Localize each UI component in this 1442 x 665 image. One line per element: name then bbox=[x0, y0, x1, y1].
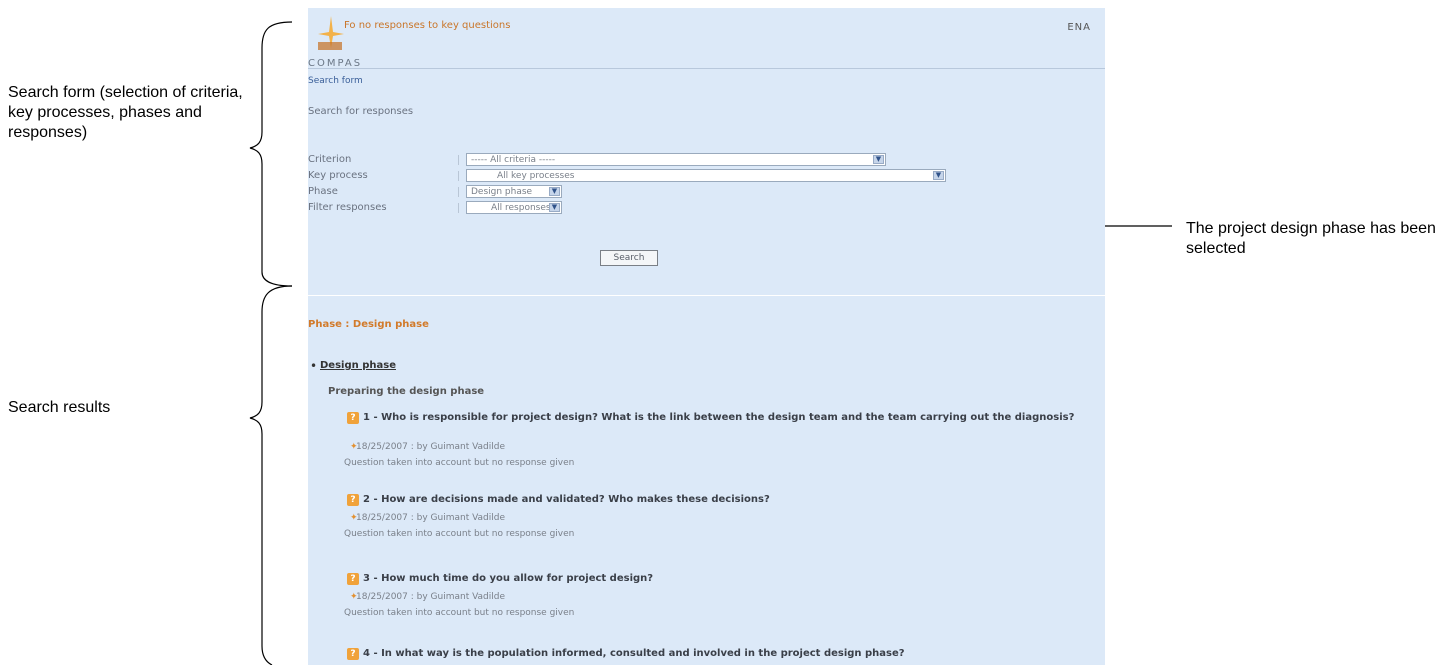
question-meta: 18/25/2007 : by Guimant Vadilde bbox=[356, 513, 506, 523]
bullet-icon: • bbox=[310, 359, 318, 373]
language-link[interactable]: ENA bbox=[1067, 22, 1091, 33]
field-separator bbox=[458, 187, 459, 197]
search-form-link[interactable]: Search form bbox=[308, 76, 363, 86]
key-process-value: All key processes bbox=[497, 171, 575, 181]
key-process-label: Key process bbox=[308, 170, 368, 181]
filter-label: Filter responses bbox=[308, 202, 387, 213]
question-text[interactable]: 3 - How much time do you allow for proje… bbox=[363, 573, 1093, 585]
question-icon: ? bbox=[347, 412, 359, 424]
brace-search-form bbox=[249, 21, 293, 287]
criterion-label: Criterion bbox=[308, 154, 352, 165]
question-status: Question taken into account but no respo… bbox=[344, 529, 575, 539]
question-meta: 18/25/2007 : by Guimant Vadilde bbox=[356, 442, 506, 452]
design-phase-link[interactable]: Design phase bbox=[320, 360, 396, 371]
question-text[interactable]: 4 - In what way is the population inform… bbox=[363, 648, 1093, 660]
chevron-down-icon: ▼ bbox=[933, 171, 944, 180]
search-button[interactable]: Search bbox=[600, 250, 658, 266]
question-meta: 18/25/2007 : by Guimant Vadilde bbox=[356, 592, 506, 602]
field-separator bbox=[458, 203, 459, 213]
chevron-down-icon: ▼ bbox=[549, 203, 560, 212]
question-icon: ? bbox=[347, 573, 359, 585]
question-icon: ? bbox=[347, 494, 359, 506]
logo bbox=[314, 14, 348, 54]
field-separator bbox=[458, 171, 459, 181]
question-text[interactable]: 2 - How are decisions made and validated… bbox=[363, 494, 1093, 506]
app-screen: Fo no responses to key questions ENA COM… bbox=[308, 8, 1105, 665]
criterion-select[interactable]: ----- All criteria ----- ▼ bbox=[466, 153, 886, 166]
chevron-down-icon: ▼ bbox=[873, 155, 884, 164]
chevron-down-icon: ▼ bbox=[549, 187, 560, 196]
header-divider bbox=[308, 68, 1105, 69]
results-phase-heading: Phase : Design phase bbox=[308, 319, 429, 330]
question-icon: ? bbox=[347, 648, 359, 660]
field-separator bbox=[458, 155, 459, 165]
question-text[interactable]: 1 - Who is responsible for project desig… bbox=[363, 412, 1093, 424]
phase-label: Phase bbox=[308, 186, 338, 197]
filter-value: All responses bbox=[491, 203, 551, 213]
results-subheading: Preparing the design phase bbox=[328, 386, 485, 397]
app-title: Fo no responses to key questions bbox=[344, 20, 511, 31]
filter-select[interactable]: All responses ▼ bbox=[466, 201, 562, 214]
search-form-heading: Search for responses bbox=[308, 106, 414, 117]
question-status: Question taken into account but no respo… bbox=[344, 458, 575, 468]
question-status: Question taken into account but no respo… bbox=[344, 608, 575, 618]
phase-select[interactable]: Design phase ▼ bbox=[466, 185, 562, 198]
key-process-select[interactable]: All key processes ▼ bbox=[466, 169, 946, 182]
section-divider bbox=[308, 295, 1105, 296]
criterion-value: ----- All criteria ----- bbox=[471, 155, 556, 165]
brace-search-results bbox=[249, 285, 293, 665]
phase-value: Design phase bbox=[471, 187, 533, 197]
